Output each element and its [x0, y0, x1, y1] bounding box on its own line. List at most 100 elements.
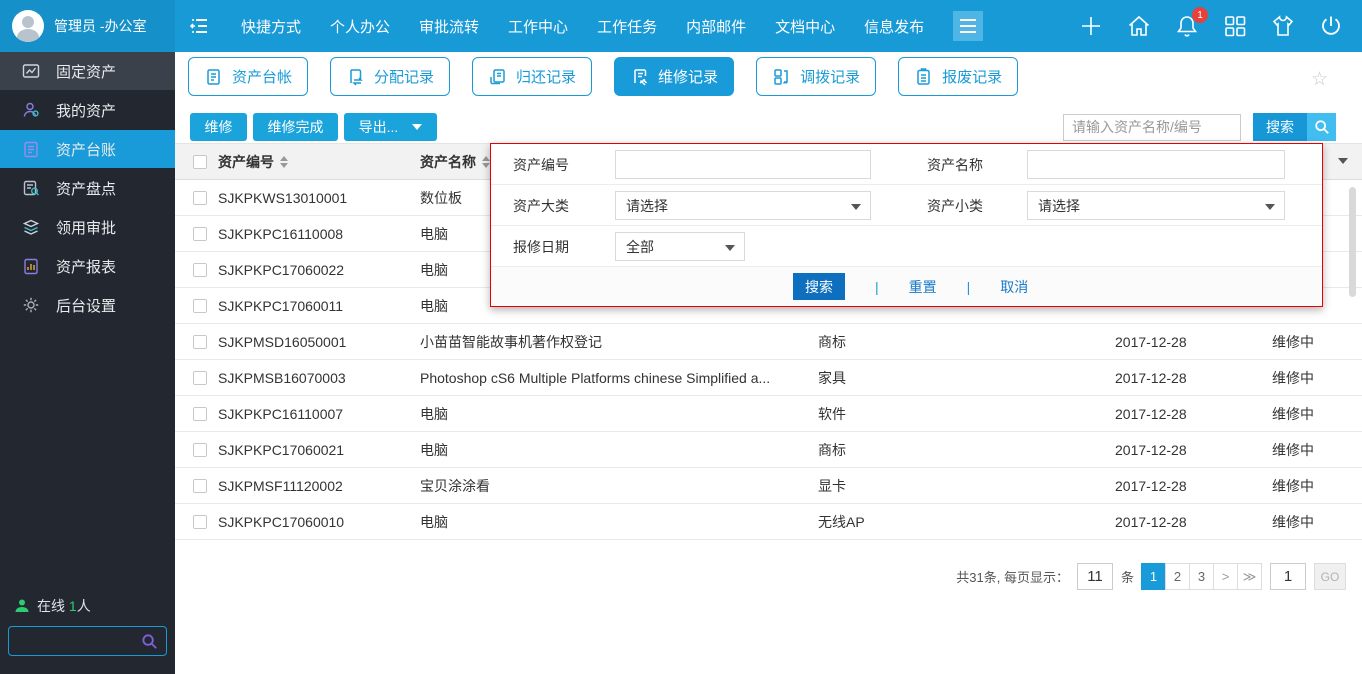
row-checkbox[interactable]: [193, 226, 207, 241]
app-window: 管理员 -办公室 快捷方式 个人办公 审批流转 工作中心 工作任务 内部邮件 文…: [0, 0, 1362, 674]
row-checkbox[interactable]: [193, 478, 207, 493]
asset-name-input[interactable]: [1027, 150, 1285, 179]
go-button[interactable]: GO: [1314, 563, 1346, 590]
header-label: 资产名称: [420, 153, 476, 170]
row-checkbox[interactable]: [193, 370, 207, 385]
topnav-item[interactable]: 内部邮件: [686, 16, 746, 37]
cell-date: 2017-12-28: [1115, 405, 1187, 422]
favorite-star-icon[interactable]: ☆: [1311, 68, 1328, 91]
asset-minor-select[interactable]: 请选择: [1027, 191, 1285, 220]
user-name: 管理员 -办公室: [54, 18, 147, 34]
sort-icon[interactable]: [482, 155, 490, 168]
asset-number-input[interactable]: [615, 150, 871, 179]
notifications-bell-icon[interactable]: 1: [1174, 7, 1208, 39]
shirt-icon[interactable]: [1270, 13, 1296, 39]
select-value: 请选择: [1038, 197, 1080, 214]
topnav-item[interactable]: 工作任务: [597, 16, 657, 37]
repair-done-button[interactable]: 维修完成: [253, 113, 338, 141]
select-all-checkbox[interactable]: [193, 154, 207, 169]
sidebar-item-requisition-approval[interactable]: 领用审批: [0, 208, 175, 246]
plus-icon[interactable]: [1078, 13, 1104, 39]
tab-scrap-records[interactable]: 报废记录: [898, 57, 1019, 96]
topbar: 管理员 -办公室 快捷方式 个人办公 审批流转 工作中心 工作任务 内部邮件 文…: [0, 0, 1362, 52]
next-page-button[interactable]: >: [1213, 563, 1238, 590]
power-icon[interactable]: [1318, 13, 1344, 39]
table-row[interactable]: SJKPKPC16110007 电脑 软件 2017-12-28 维修中: [175, 396, 1362, 432]
topnav-item[interactable]: 工作中心: [508, 16, 568, 37]
top-navigation: 快捷方式 个人办公 审批流转 工作中心 工作任务 内部邮件 文档中心 信息发布: [188, 0, 984, 52]
sidebar-item-backend-settings[interactable]: 后台设置: [0, 286, 175, 324]
user-section[interactable]: 管理员 -办公室: [0, 0, 175, 52]
cell-asset-number: SJKPKPC16110007: [218, 405, 344, 422]
apps-grid-icon[interactable]: [1222, 13, 1248, 39]
filter-cancel-button[interactable]: 取消: [1000, 277, 1028, 297]
table-row[interactable]: SJKPKPC17060021 电脑 商标 2017-12-28 维修中: [175, 432, 1362, 468]
export-button[interactable]: 导出...: [344, 113, 437, 141]
page-button[interactable]: 2: [1165, 563, 1190, 590]
page-size-box[interactable]: 11: [1076, 563, 1113, 590]
tab-label: 资产台帐: [232, 69, 293, 86]
sort-icon[interactable]: [280, 155, 288, 168]
table-row[interactable]: SJKPKPC17060010 电脑 无线AP 2017-12-28 维修中: [175, 504, 1362, 540]
home-icon[interactable]: [1126, 13, 1152, 39]
cell-category: 显卡: [818, 477, 846, 494]
repair-button[interactable]: 维修: [190, 113, 247, 141]
table-row[interactable]: SJKPMSD16050001 小苗苗智能故事机著作权登记 商标 2017-12…: [175, 324, 1362, 360]
topnav-item[interactable]: 信息发布: [864, 16, 924, 37]
cell-asset-name: 宝贝涂涂看: [420, 477, 490, 494]
topnav-item[interactable]: 审批流转: [419, 16, 479, 37]
cell-category: 无线AP: [818, 513, 865, 530]
asset-major-select[interactable]: 请选择: [615, 191, 871, 220]
page-button[interactable]: 3: [1189, 563, 1214, 590]
row-checkbox[interactable]: [193, 442, 207, 457]
repair-date-select[interactable]: 全部: [615, 232, 745, 261]
online-status: 在线 1人: [14, 596, 91, 616]
row-checkbox[interactable]: [193, 406, 207, 421]
quick-search-button[interactable]: 搜索: [1253, 113, 1336, 141]
sidebar-item-asset-inventory[interactable]: 资产盘点: [0, 169, 175, 207]
row-checkbox[interactable]: [193, 514, 207, 529]
topnav-item[interactable]: 个人办公: [330, 16, 390, 37]
table-row[interactable]: SJKPMSF11120002 宝贝涂涂看 显卡 2017-12-28 维修中: [175, 468, 1362, 504]
search-icon[interactable]: [141, 633, 158, 650]
quick-search-input[interactable]: [1063, 113, 1241, 141]
tab-allocation-records[interactable]: 分配记录: [330, 57, 451, 96]
cell-status: 维修中: [1272, 441, 1314, 458]
table-row[interactable]: SJKPMSB16070003 Photoshop cS6 Multiple P…: [175, 360, 1362, 396]
last-page-button[interactable]: ≫: [1237, 563, 1262, 590]
menu-lines-icon[interactable]: [188, 14, 212, 38]
tab-return-records[interactable]: 归还记录: [472, 57, 593, 96]
tab-asset-ledger[interactable]: 资产台帐: [188, 57, 309, 96]
cell-date: 2017-12-28: [1115, 477, 1187, 494]
row-checkbox[interactable]: [193, 334, 207, 349]
header-asset-number[interactable]: 资产编号: [218, 152, 420, 172]
sidebar-item-asset-ledger[interactable]: 资产台账: [0, 130, 175, 168]
report-icon: [24, 258, 38, 275]
row-checkbox[interactable]: [193, 298, 207, 313]
sidebar: 固定资产 我的资产 资产台账 资产盘点 领用审批 资产报表 后台设置 在线 1人: [0, 52, 175, 674]
online-user-search-input[interactable]: [15, 629, 135, 653]
user-icon: [23, 102, 39, 117]
row-checkbox[interactable]: [193, 262, 207, 277]
topnav-item[interactable]: 快捷方式: [241, 16, 301, 37]
table-scrollbar[interactable]: [1349, 187, 1356, 297]
cell-asset-number: SJKPKWS13010001: [218, 189, 348, 206]
sidebar-item-fixed-assets[interactable]: 固定资产: [0, 52, 175, 90]
topnav-item[interactable]: 文档中心: [775, 16, 835, 37]
column-config-chevron-icon[interactable]: [1338, 158, 1348, 164]
quick-search: 搜索: [1063, 113, 1336, 141]
page-button[interactable]: 1: [1141, 563, 1166, 590]
sidebar-item-asset-reports[interactable]: 资产报表: [0, 247, 175, 285]
sidebar-item-my-assets[interactable]: 我的资产: [0, 91, 175, 129]
tab-repair-records[interactable]: 维修记录: [614, 57, 735, 96]
cell-asset-number: SJKPMSF11120002: [218, 477, 343, 494]
online-user-search: [8, 626, 167, 656]
hamburger-menu-icon[interactable]: [953, 11, 984, 41]
row-checkbox[interactable]: [193, 190, 207, 205]
filter-search-button[interactable]: 搜索: [793, 273, 845, 300]
filter-panel: 资产编号 资产名称 资产大类 请选择 资产小类 请选择 报修日期 全部 搜索 |…: [490, 143, 1323, 307]
filter-reset-button[interactable]: 重置: [909, 277, 937, 297]
goto-page-input[interactable]: 1: [1270, 563, 1306, 590]
tab-transfer-records[interactable]: 调拨记录: [756, 57, 877, 96]
filter-row-3: 报修日期 全部: [491, 226, 1322, 267]
